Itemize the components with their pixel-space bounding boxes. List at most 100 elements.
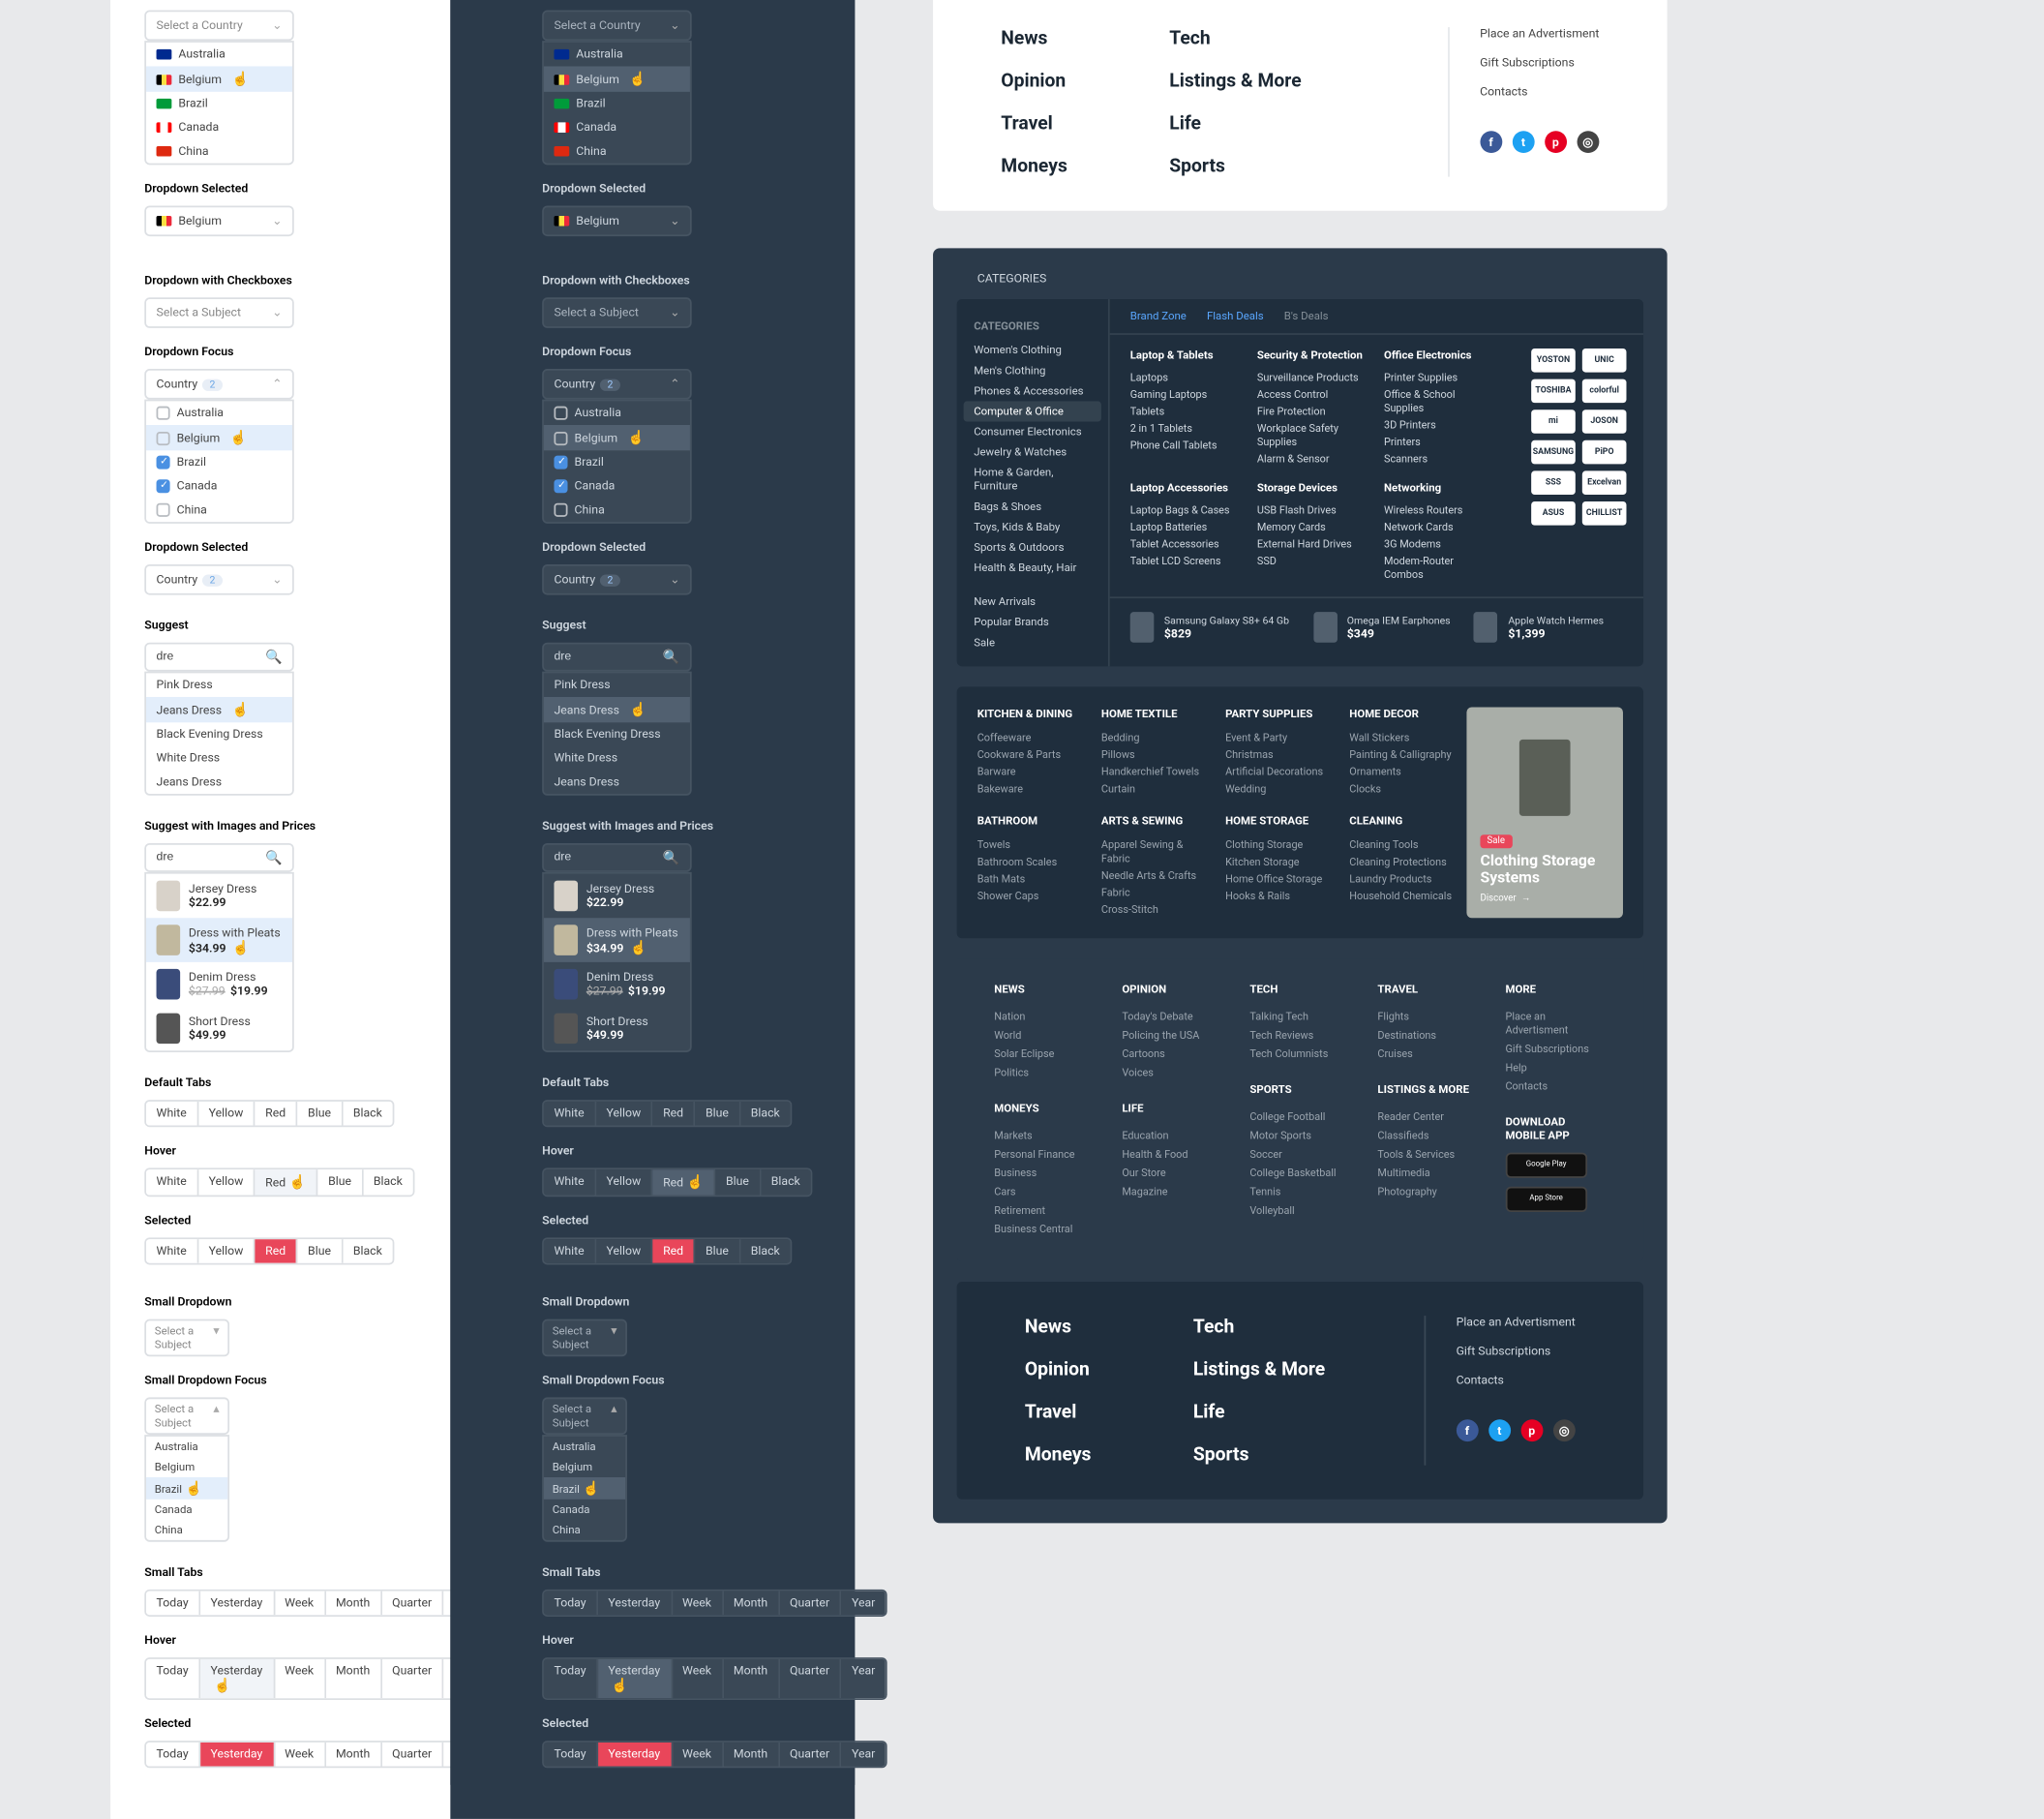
country-multi-selected-dark[interactable]: Country2 ⌄ [542,564,692,595]
news-link[interactable]: Soccer [1249,1144,1350,1163]
cat-link[interactable]: SSD [1257,553,1368,570]
nav-news[interactable]: News [1025,1316,1092,1338]
link-item[interactable]: Towels [977,836,1081,854]
news-link[interactable]: Tech Columnists [1249,1044,1350,1062]
link-item[interactable]: Bedding [1101,729,1205,746]
nav-listings[interactable]: Listings & More [1169,70,1301,92]
news-link[interactable]: Markets [994,1125,1095,1143]
brand-logo[interactable]: Excelvan [1582,470,1627,495]
option-australia[interactable]: Australia [544,43,690,67]
news-link[interactable]: Volleyball [1249,1200,1350,1219]
color-tabs-hover[interactable]: White Yellow Red☝ Blue Black [144,1167,414,1197]
country-multi-list-dark[interactable]: Australia Belgium☝ Brazil Canada China [542,400,692,524]
cat-link[interactable]: Network Cards [1384,519,1494,536]
option-canada[interactable]: Canada [544,115,690,139]
link-item[interactable]: Clothing Storage [1225,836,1329,854]
nav-listings[interactable]: Listings & More [1193,1358,1325,1380]
option-china[interactable]: China [146,499,292,523]
app-store-badge[interactable]: App Store [1505,1187,1586,1212]
nav-life[interactable]: Life [1193,1401,1325,1423]
cat-link[interactable]: 2 in 1 Tablets [1130,420,1241,438]
link-item[interactable]: Wedding [1225,780,1329,798]
cat-link[interactable]: Fire Protection [1257,403,1368,420]
cat-link[interactable]: External Hard Drives [1257,535,1368,553]
cat-link[interactable]: Workplace Safety Supplies [1257,420,1368,451]
link-item[interactable]: Handkerchief Towels [1101,763,1205,780]
link-item[interactable]: Wall Stickers [1349,729,1453,746]
side-mens[interactable]: Men's Clothing [957,360,1108,380]
option-belgium[interactable]: Belgium☝ [146,66,292,91]
checkbox-checked[interactable] [157,479,170,493]
time-tabs-selected-dark[interactable]: TodayYesterdayWeekMonthQuarterYear [542,1741,887,1768]
time-tabs[interactable]: Today Yesterday Week Month Quarter Year [144,1590,489,1617]
tab-flash-deals[interactable]: Flash Deals [1207,310,1264,323]
link-item[interactable]: Bath Mats [977,870,1081,888]
pinterest-icon[interactable]: p [1545,131,1567,153]
country-dropdown-list-dark[interactable]: Australia Belgium☝ Brazil Canada China [542,41,692,165]
news-link[interactable]: Personal Finance [994,1144,1095,1163]
news-link[interactable]: Policing the USA [1122,1025,1222,1044]
search-field[interactable] [157,652,258,663]
option-australia[interactable]: Australia [146,401,292,425]
link-item[interactable]: Needle Arts & Crafts [1101,867,1205,885]
product-suggest-list-dark[interactable]: Jersey Dress$22.99 Dress with Pleats$34.… [542,872,692,1052]
link-contacts[interactable]: Contacts [1457,1374,1576,1387]
link-item[interactable]: Household Chemicals [1349,888,1453,905]
suggest-img-input[interactable]: 🔍 [144,843,294,872]
country-multi-dark[interactable]: Country2 ⌃ [542,369,692,400]
color-tabs-selected-dark[interactable]: WhiteYellowRedBlueBlack [542,1237,792,1264]
brand-logo[interactable]: TOSHIBA [1531,379,1576,404]
link-item[interactable]: Artificial Decorations [1225,763,1329,780]
brand-logo[interactable]: PiPO [1582,440,1627,465]
small-option[interactable]: Belgium [146,1457,227,1477]
news-link[interactable]: Health & Food [1122,1144,1222,1163]
news-link[interactable]: Politics [994,1063,1095,1081]
link-contacts[interactable]: Contacts [1480,85,1599,99]
color-tabs-selected[interactable]: White Yellow Red Blue Black [144,1237,394,1264]
news-link[interactable]: Business [994,1163,1095,1181]
small-dropdown-focus-dark[interactable]: Select a Subject▴ [542,1397,627,1435]
cat-link[interactable]: Access Control [1257,386,1368,404]
nav-sports[interactable]: Sports [1169,155,1301,177]
cat-link[interactable]: Laptop Bags & Cases [1130,501,1241,519]
checkbox-checked[interactable] [157,456,170,470]
cat-link[interactable]: Printer Supplies [1384,369,1494,386]
tab-red[interactable]: Red [256,1102,298,1126]
checkbox[interactable] [157,503,170,517]
link-item[interactable]: Painting & Calligraphy [1349,746,1453,764]
time-tabs-hover[interactable]: Today Yesterday☝ Week Month Quarter Year [144,1657,489,1700]
promo-item[interactable]: Apple Watch Hermes$1,399 [1474,612,1604,643]
suggest-input[interactable]: 🔍 [144,643,294,672]
product-item[interactable]: Jersey Dress$22.99 [146,874,292,919]
link-item[interactable]: Bathroom Scales [977,854,1081,871]
product-item[interactable]: Dress with Pleats$34.99 ☝ [146,918,292,962]
twitter-icon[interactable]: t [1488,1419,1511,1441]
product-item[interactable]: Short Dress$49.99 [146,1007,292,1051]
brand-logo[interactable]: mi [1531,409,1576,434]
small-dropdown-list-dark[interactable]: Australia Belgium Brazil☝ Canada China [542,1435,627,1542]
side-toys[interactable]: Toys, Kids & Baby [957,517,1108,537]
color-tabs-dark[interactable]: WhiteYellowRedBlueBlack [542,1100,792,1127]
news-link[interactable]: World [994,1025,1095,1044]
link-item[interactable]: Cleaning Tools [1349,836,1453,854]
news-link[interactable]: Classifieds [1377,1125,1478,1143]
app-store-badge[interactable]: Google Play [1505,1153,1586,1178]
link-item[interactable]: Kitchen Storage [1225,854,1329,871]
promo-item[interactable]: Samsung Galaxy S8+ 64 Gb$829 [1130,612,1289,643]
cat-link[interactable]: Gaming Laptops [1130,386,1241,404]
link-item[interactable]: Pillows [1101,746,1205,764]
suggest-item[interactable]: Pink Dress [146,673,292,697]
news-link[interactable]: College Football [1249,1107,1350,1125]
suggest-item[interactable]: Black Evening Dress [146,722,292,746]
side-new[interactable]: New Arrivals [957,591,1108,612]
suggest-item[interactable]: Jeans Dress [146,770,292,794]
country-multi-list[interactable]: Australia Belgium☝ Brazil Canada China [144,400,294,524]
discover-link[interactable]: Discover→ [1480,894,1608,905]
suggest-item[interactable]: Jeans Dress☝ [146,697,292,722]
promo-item[interactable]: Omega IEM Earphones$349 [1313,612,1451,643]
option-brazil[interactable]: Brazil [544,92,690,116]
side-womens[interactable]: Women's Clothing [957,340,1108,360]
cat-link[interactable]: Tablets [1130,403,1241,420]
tab-white[interactable]: White [146,1102,198,1126]
country-dropdown-list[interactable]: Australia Belgium☝ Brazil Canada China [144,41,294,165]
